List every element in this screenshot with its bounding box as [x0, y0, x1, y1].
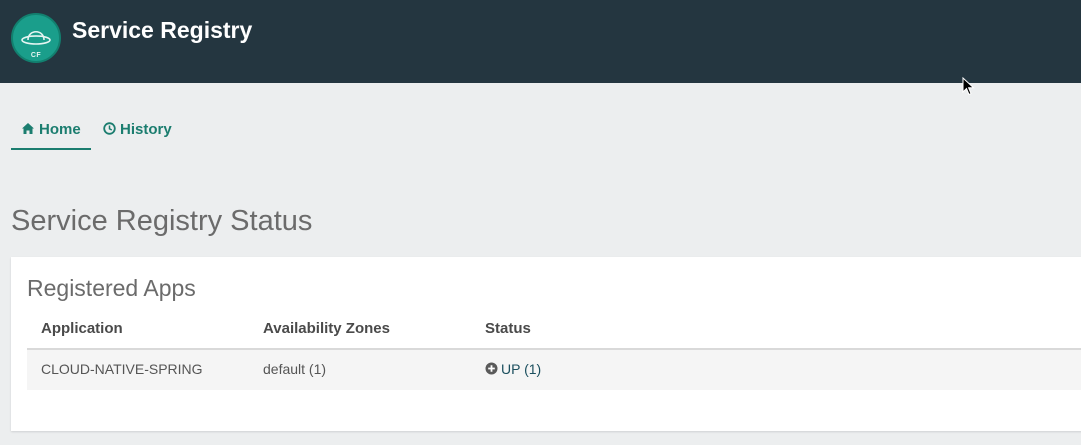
logo-text: CF [30, 52, 42, 59]
table-row: CLOUD-NATIVE-SPRING default (1) UP (1) [27, 350, 1081, 390]
page-title: Service Registry Status [11, 205, 313, 237]
table-header: Application Availability Zones Status [27, 315, 1081, 350]
column-header-zones: Availability Zones [263, 320, 390, 337]
cell-application: CLOUD-NATIVE-SPRING [41, 361, 203, 377]
tab-history-label: History [120, 121, 172, 138]
tab-history[interactable]: History [103, 112, 172, 150]
home-icon [22, 123, 34, 134]
cell-zones: default (1) [263, 361, 327, 377]
panel-title: Registered Apps [27, 275, 196, 301]
status-link[interactable]: UP (1) [485, 361, 541, 377]
apps-table: Application Availability Zones Status CL… [27, 315, 1081, 390]
clock-icon [103, 122, 116, 135]
column-header-status: Status [485, 320, 531, 337]
tab-home[interactable]: Home [11, 112, 91, 150]
top-header: CF Service Registry [0, 0, 1081, 83]
plus-circle-icon [485, 362, 498, 375]
app-title: Service Registry [72, 17, 253, 43]
mouse-pointer-icon [962, 77, 975, 96]
status-label: UP (1) [501, 361, 542, 377]
column-header-application: Application [41, 320, 123, 337]
registered-apps-panel: Registered Apps Application Availability… [11, 257, 1081, 431]
tab-home-label: Home [39, 121, 81, 138]
cloudfoundry-logo: CF [11, 13, 61, 63]
